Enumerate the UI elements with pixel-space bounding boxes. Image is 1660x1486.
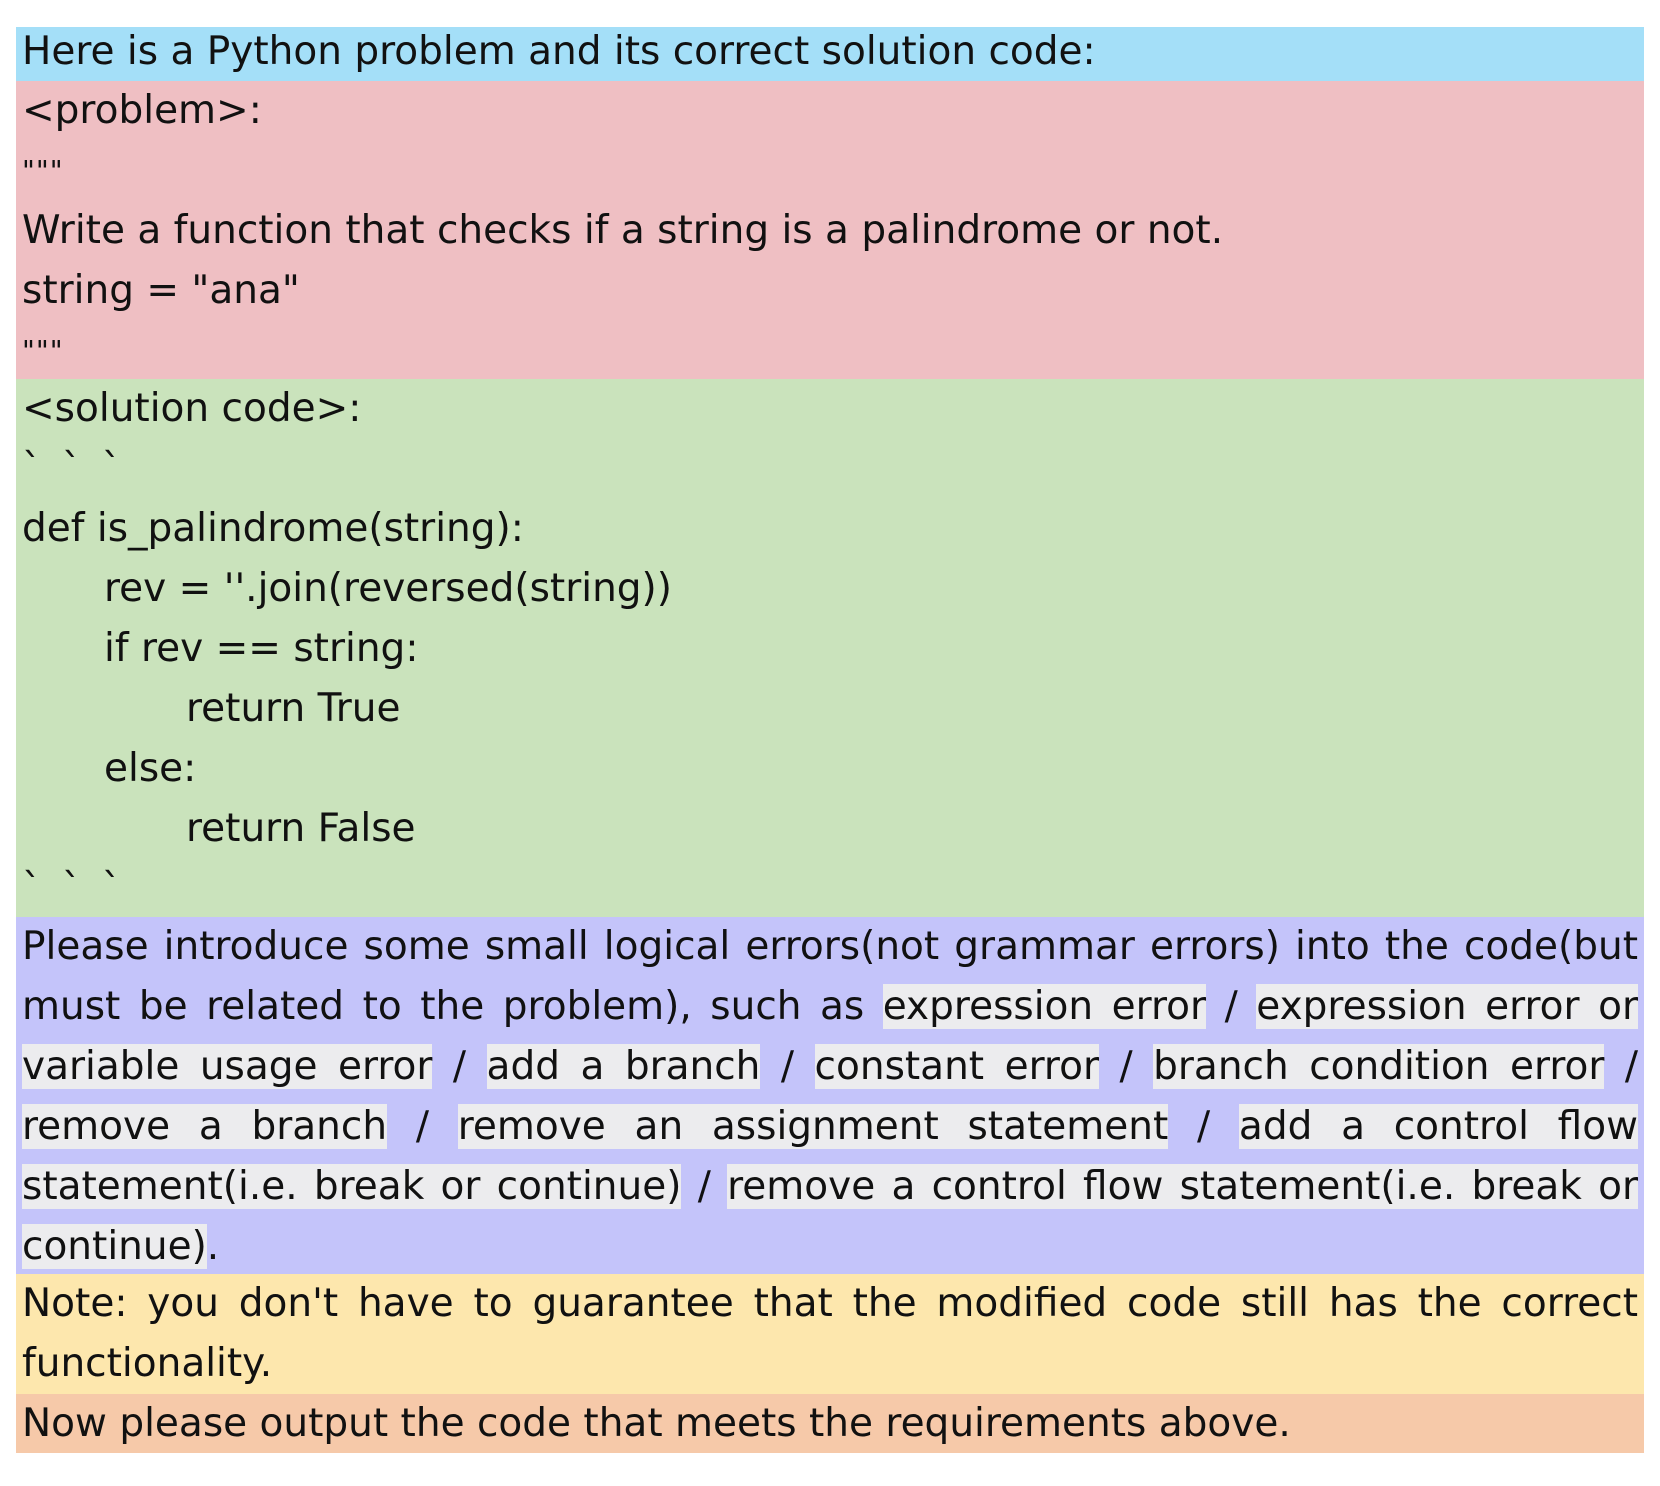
separator: / bbox=[1624, 1044, 1639, 1089]
end-period: . bbox=[206, 1224, 220, 1269]
error-type: add a branch bbox=[486, 1044, 761, 1089]
instructions-section: Please introduce some small logical erro… bbox=[16, 917, 1644, 1274]
note-text: Note: you don't have to guarantee that t… bbox=[22, 1281, 1638, 1386]
problem-example: string = "ana" bbox=[22, 268, 300, 313]
instructions-line: Please introduce some small logical erro… bbox=[22, 917, 1638, 1269]
intro-section: Here is a Python problem and its correct… bbox=[16, 27, 1644, 81]
error-type: expression error bbox=[882, 984, 1207, 1029]
problem-text: Write a function that checks if a string… bbox=[22, 208, 1224, 253]
separator: / bbox=[452, 1044, 467, 1089]
final-text: Now please output the code that meets th… bbox=[22, 1401, 1291, 1446]
code-line: if rev == string: bbox=[104, 626, 419, 671]
separator: / bbox=[1197, 1104, 1211, 1149]
code-line: return False bbox=[186, 806, 416, 851]
separator: / bbox=[415, 1104, 429, 1149]
code-fence-close: ` ` ` bbox=[22, 866, 126, 911]
error-type: remove an assignment statement bbox=[457, 1104, 1169, 1149]
solution-tag: <solution code>: bbox=[22, 386, 362, 431]
code-line: else: bbox=[104, 746, 197, 791]
prompt-panel: Here is a Python problem and its correct… bbox=[16, 27, 1644, 1453]
problem-section: <problem>: """ Write a function that che… bbox=[16, 81, 1644, 379]
code-line: def is_palindrome(string): bbox=[22, 506, 524, 551]
error-type: branch condition error bbox=[1153, 1044, 1605, 1089]
final-section: Now please output the code that meets th… bbox=[16, 1394, 1644, 1453]
separator: / bbox=[780, 1044, 795, 1089]
problem-open-quotes: """ bbox=[22, 154, 64, 187]
solution-section: <solution code>: ` ` ` def is_palindrome… bbox=[16, 379, 1644, 917]
error-type: remove a branch bbox=[22, 1104, 388, 1149]
code-line: rev = ''.join(reversed(string)) bbox=[104, 566, 672, 611]
error-type: constant error bbox=[814, 1044, 1099, 1089]
code-fence-open: ` ` ` bbox=[22, 446, 126, 491]
problem-close-quotes: """ bbox=[22, 334, 64, 367]
note-section: Note: you don't have to guarantee that t… bbox=[16, 1274, 1644, 1394]
problem-tag: <problem>: bbox=[22, 88, 262, 133]
separator: / bbox=[697, 1164, 711, 1209]
code-line: return True bbox=[186, 686, 401, 731]
separator: / bbox=[1119, 1044, 1133, 1089]
intro-text: Here is a Python problem and its correct… bbox=[22, 29, 1096, 74]
separator: / bbox=[1224, 984, 1238, 1029]
